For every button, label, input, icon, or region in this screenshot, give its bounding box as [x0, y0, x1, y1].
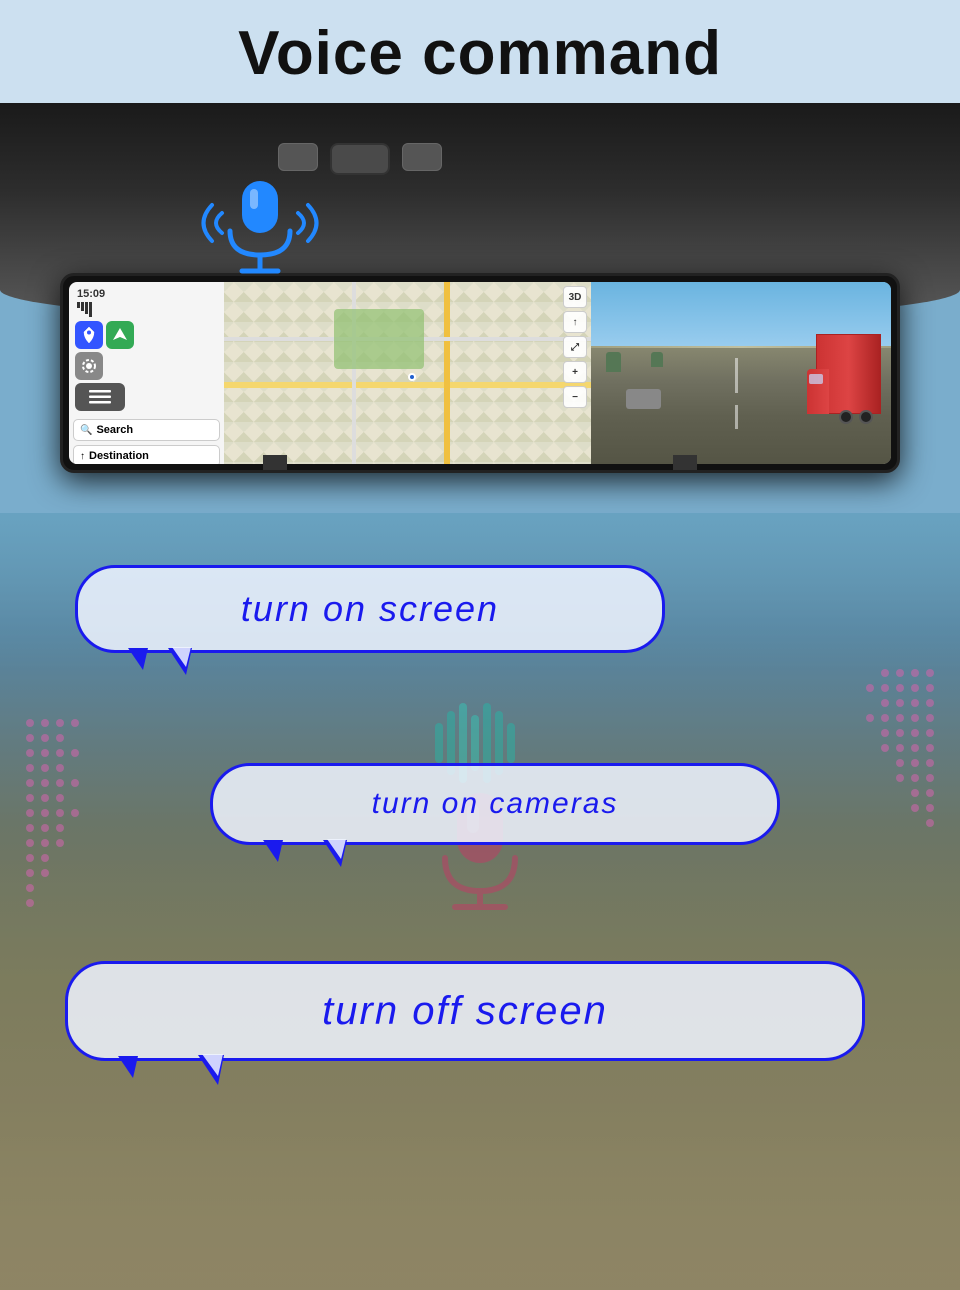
bubble-1-text: turn on screen — [213, 576, 527, 642]
signal-bar-2 — [81, 302, 84, 311]
map-zoom-in-button[interactable]: + — [563, 361, 587, 383]
dots-pattern-right — [820, 663, 940, 963]
signal-bar-4 — [89, 302, 92, 317]
bubble-1-tail-inner — [172, 647, 191, 667]
search-label: Search — [96, 424, 133, 436]
destination-label: Destination — [89, 450, 149, 462]
lane-mark-2 — [735, 405, 738, 429]
bubble-3-text: turn off screen — [294, 977, 636, 1046]
tree-1 — [606, 352, 621, 372]
nav-icons — [73, 319, 220, 413]
nav-panel: 15:09 — [69, 282, 224, 464]
map-fullscreen-button[interactable]: ⤢ — [563, 336, 587, 358]
signal-bar-1 — [77, 302, 80, 308]
other-vehicle — [626, 389, 661, 409]
truck-cab — [807, 369, 829, 414]
mirror-device: 15:09 — [60, 273, 900, 473]
destination-button[interactable]: ↑ Destination — [73, 445, 220, 464]
truck-wheel-rear — [859, 410, 873, 424]
page-title: Voice command — [0, 18, 960, 89]
tree-2 — [651, 352, 663, 367]
bubble-2-text: turn on cameras — [344, 775, 647, 833]
bubble-2-tail-inner — [327, 839, 346, 859]
search-button[interactable]: 🔍 Search — [73, 419, 220, 441]
map-controls: 3D ↑ ⤢ + − — [563, 286, 587, 408]
map-compass-button[interactable]: ↑ — [563, 311, 587, 333]
destination-icon: ↑ — [80, 451, 85, 462]
menu-icon[interactable] — [75, 383, 125, 411]
header: Voice command — [0, 0, 960, 103]
speech-bubble-2: turn on cameras — [210, 763, 780, 845]
map-road-vertical — [444, 282, 450, 464]
bubbles-section: turn on screen turn on cameras turn off … — [0, 513, 960, 1290]
camera-feed — [591, 282, 891, 464]
map-zoom-out-button[interactable]: − — [563, 386, 587, 408]
speech-bubble-1: turn on screen — [75, 565, 665, 653]
nav-icon-row-2 — [75, 352, 218, 380]
lane-mark-1 — [735, 358, 738, 393]
search-icon: 🔍 — [80, 425, 92, 436]
mirror-bracket-right — [673, 455, 697, 473]
map-area: 3D ↑ ⤢ + − — [224, 282, 591, 464]
nav-time: 15:09 — [73, 286, 220, 302]
ceiling-button-2 — [330, 143, 390, 175]
camera-truck — [801, 324, 881, 424]
mirror-screen: 15:09 — [69, 282, 891, 464]
settings-icon[interactable] — [75, 352, 103, 380]
bubble-3-tail-inner — [202, 1054, 223, 1076]
speech-bubble-3: turn off screen — [65, 961, 865, 1061]
map-park — [334, 309, 424, 369]
ceiling-button-3 — [402, 143, 442, 171]
map-road-horizontal — [224, 382, 591, 388]
mirror-bracket-left — [263, 455, 287, 473]
truck-windshield — [809, 374, 823, 384]
voice-mic-icon — [200, 163, 320, 288]
maps-icon[interactable] — [75, 321, 103, 349]
map-3d-button[interactable]: 3D — [563, 286, 587, 308]
signal-bar-3 — [85, 302, 88, 314]
map-location-dot — [408, 373, 416, 381]
signal-bars — [73, 302, 220, 319]
mirror-section: 15:09 — [0, 103, 960, 513]
navigation-icon[interactable] — [106, 321, 134, 349]
nav-icon-row-1 — [75, 321, 218, 349]
truck-wheel-front — [839, 410, 853, 424]
nav-icon-row-3 — [75, 383, 218, 411]
